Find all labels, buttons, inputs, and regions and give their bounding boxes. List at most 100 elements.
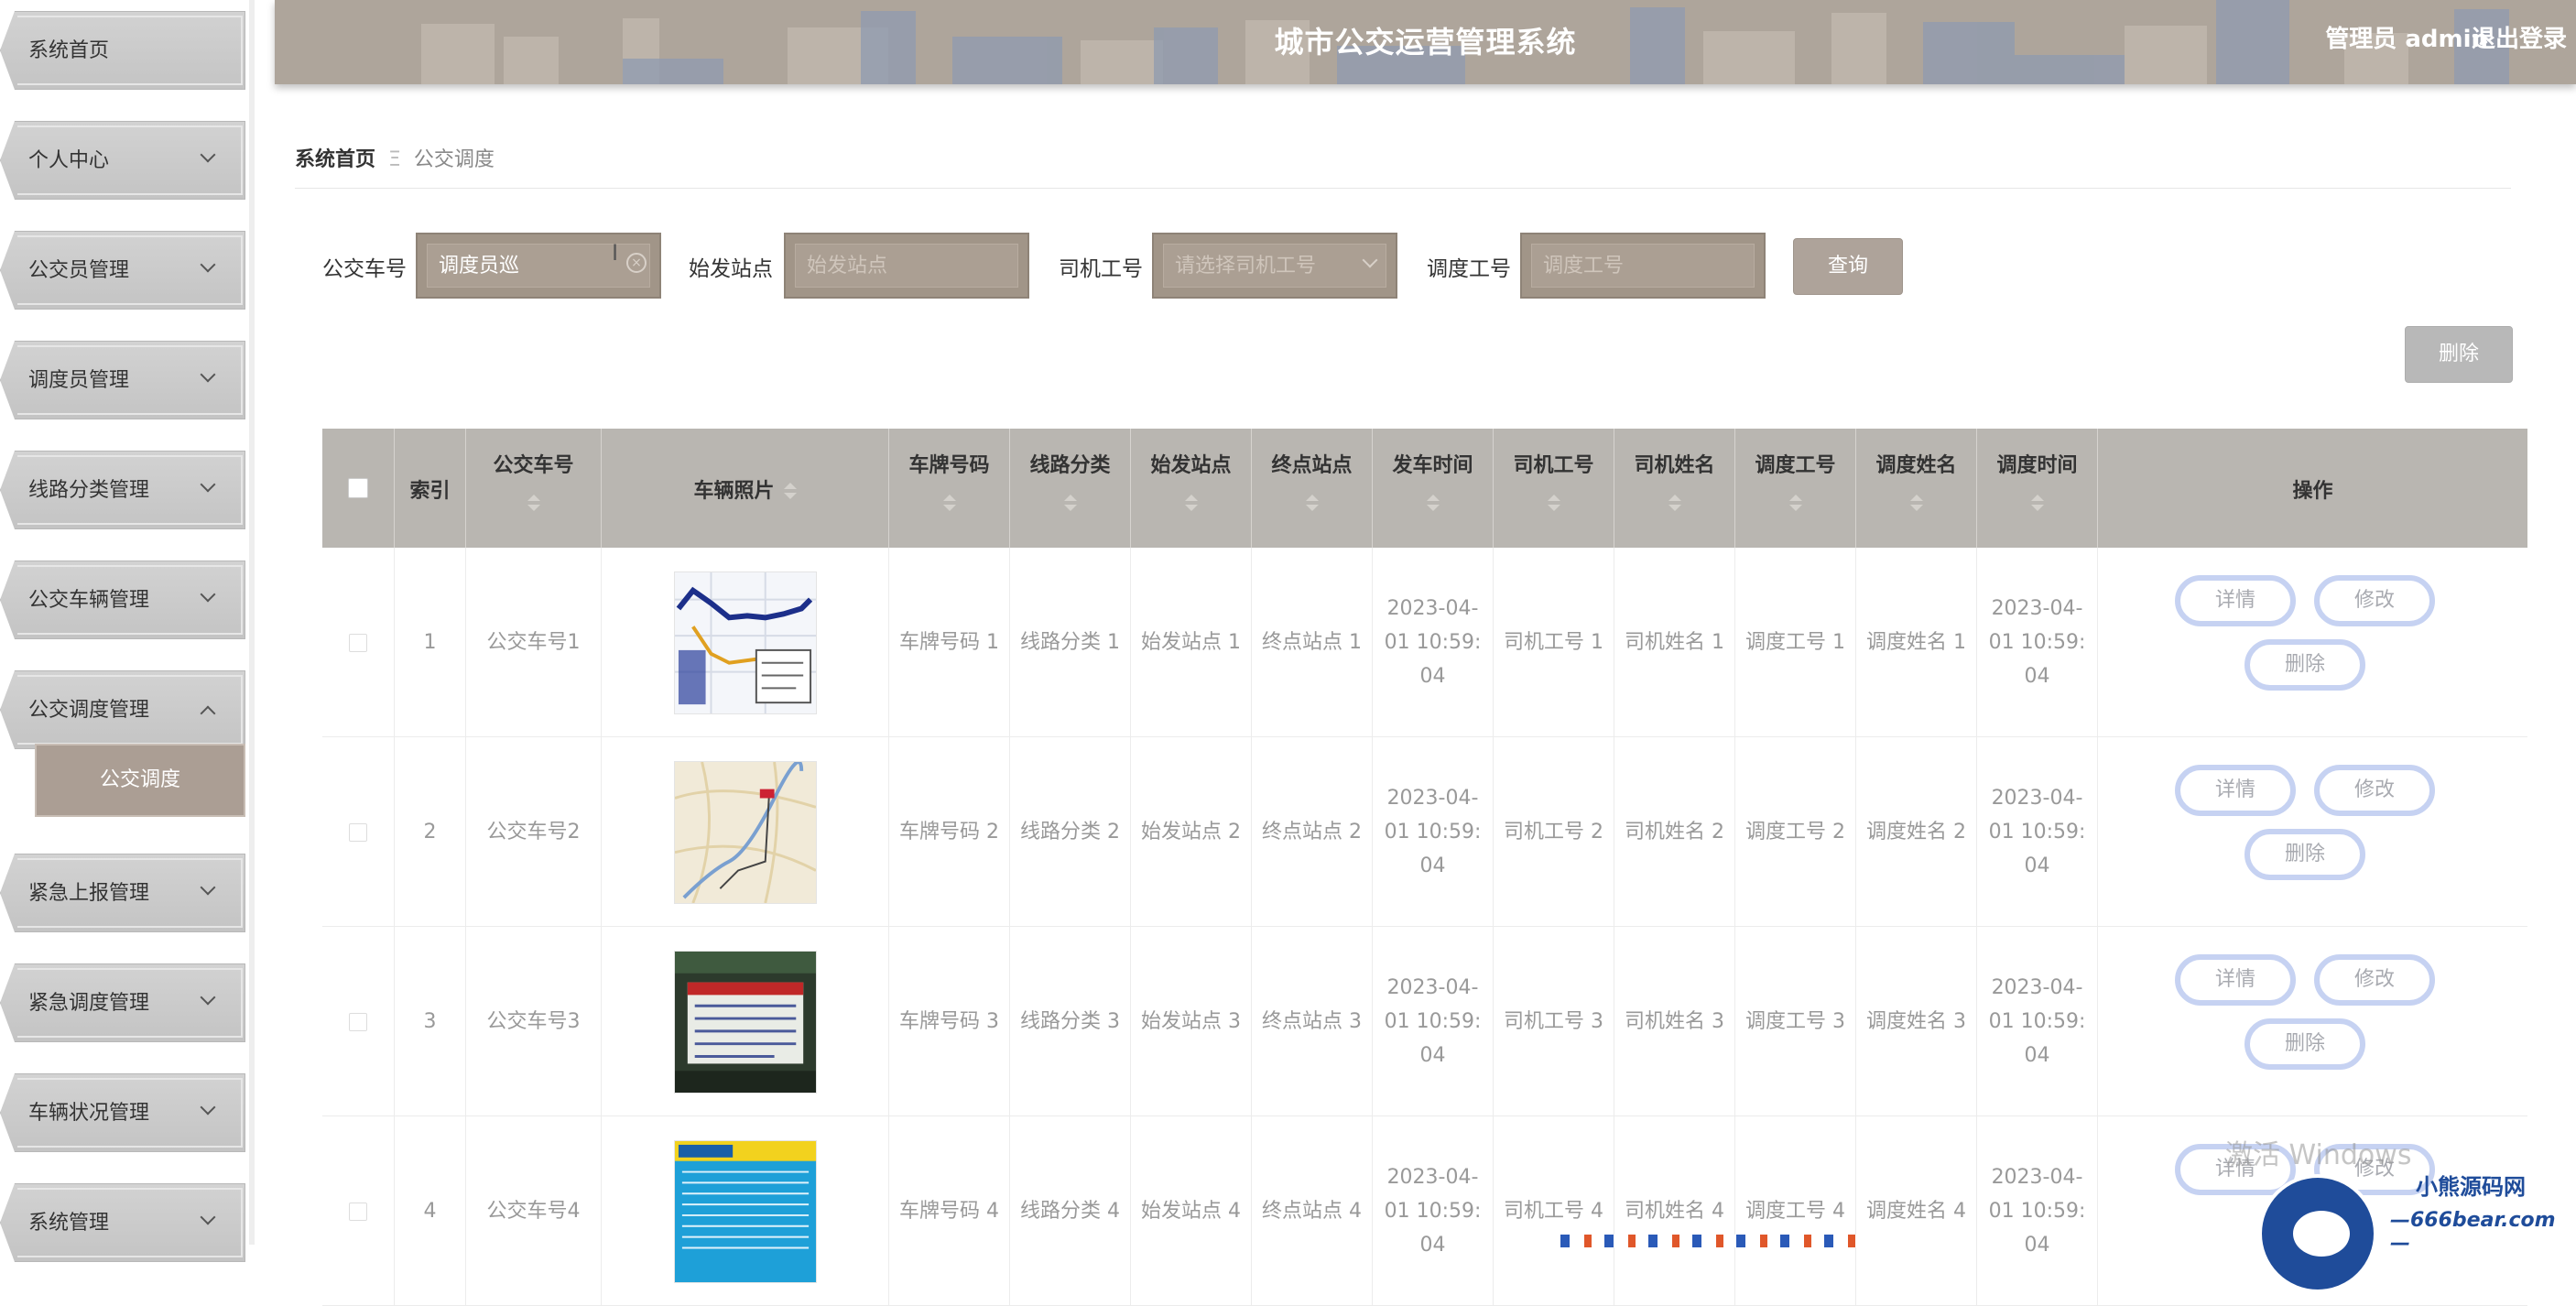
delete-button[interactable]: 删除 <box>2244 1018 2365 1070</box>
chevron-down-icon <box>200 1099 216 1116</box>
sort-icon[interactable] <box>783 483 797 501</box>
cell-bus-no: 公交车号1 <box>466 548 602 737</box>
delete-button[interactable]: 删除 <box>2244 639 2365 691</box>
header-bus-no[interactable]: 公交车号 <box>466 429 602 548</box>
route-map-photo-icon[interactable] <box>673 571 817 714</box>
cell-depart-time: 2023-04- 01 10:59: 04 <box>1373 548 1494 737</box>
start-station-placeholder[interactable]: 始发站点 <box>795 244 1018 288</box>
sort-icon[interactable] <box>1063 495 1077 513</box>
sort-icon[interactable] <box>942 495 956 513</box>
bus-sign-photo-icon[interactable] <box>673 950 817 1094</box>
cell-route-category: 线路分类 3 <box>1010 927 1131 1116</box>
breadcrumb-home[interactable]: 系统首页 <box>295 148 375 171</box>
sidebar-item-personal-center[interactable]: 个人中心 <box>0 121 245 200</box>
cell-photo <box>602 548 889 737</box>
clear-icon[interactable]: × <box>626 253 647 273</box>
edit-button[interactable]: 修改 <box>2314 575 2435 626</box>
sidebar-item-label: 个人中心 <box>28 149 110 172</box>
sort-icon[interactable] <box>2030 495 2044 513</box>
bus-route-board-photo-icon[interactable] <box>673 1139 817 1283</box>
driver-no-placeholder[interactable]: 请选择司机工号 <box>1163 244 1386 288</box>
chevron-down-icon <box>200 879 216 896</box>
header-dispatch-time[interactable]: 调度时间 <box>1977 429 2098 548</box>
sort-icon[interactable] <box>1547 495 1560 513</box>
logout-link[interactable]: 退出登录 <box>2472 20 2567 54</box>
bear-logo-icon <box>2258 1174 2377 1293</box>
bus-no-input[interactable]: 调度员巡 × <box>416 233 661 299</box>
sidebar-item-home[interactable]: 系统首页 <box>0 11 245 90</box>
detail-button[interactable]: 详情 <box>2175 954 2296 1006</box>
cell-dispatch-no: 调度工号 4 <box>1735 1116 1856 1306</box>
sidebar-item-vehicle-status[interactable]: 车辆状况管理 <box>0 1073 245 1152</box>
app-title: 城市公交运营管理系统 <box>1274 25 1577 60</box>
cell-dispatch-time: 2023-04- 01 10:59: 04 <box>1977 548 2098 737</box>
cell-plate: 车牌号码 3 <box>889 927 1010 1116</box>
sidebar-item-route-category[interactable]: 线路分类管理 <box>0 451 245 529</box>
row-checkbox[interactable] <box>349 822 367 842</box>
watermark-url: —666bear.com— <box>2390 1209 2556 1255</box>
delete-button[interactable]: 删除 <box>2244 829 2365 880</box>
batch-delete-button[interactable]: 删除 <box>2405 326 2513 383</box>
header-plate[interactable]: 车牌号码 <box>889 429 1010 548</box>
row-checkbox[interactable] <box>349 1012 367 1031</box>
sidebar-item-dispatcher[interactable]: 调度员管理 <box>0 341 245 419</box>
dispatch-no-input[interactable]: 调度工号 <box>1520 233 1766 299</box>
header-dispatch-name-label: 调度姓名 <box>1875 454 1957 477</box>
header-route-category-label: 线路分类 <box>1029 454 1111 477</box>
sort-icon[interactable] <box>1788 495 1802 513</box>
sort-icon[interactable] <box>1426 495 1440 513</box>
sort-icon[interactable] <box>1184 495 1198 513</box>
cell-route-category: 线路分类 2 <box>1010 737 1131 927</box>
sort-icon[interactable] <box>527 495 540 513</box>
watermark-name: 小熊源码网 <box>2416 1174 2526 1200</box>
edit-button[interactable]: 修改 <box>2314 954 2435 1006</box>
header-dispatch-name[interactable]: 调度姓名 <box>1856 429 1977 548</box>
breadcrumb: 系统首页 Ξ 公交调度 <box>295 143 2511 189</box>
cell-driver-name: 司机姓名 2 <box>1614 737 1735 927</box>
sidebar-item-system[interactable]: 系统管理 <box>0 1183 245 1262</box>
row-checkbox[interactable] <box>349 1202 367 1221</box>
sidebar-item-label: 公交调度管理 <box>28 699 150 722</box>
sort-icon[interactable] <box>1668 495 1681 513</box>
cell-start-station: 始发站点 2 <box>1131 737 1252 927</box>
cell-photo <box>602 1116 889 1306</box>
sidebar-item-bus-dispatch[interactable]: 公交调度管理 <box>0 670 245 749</box>
sort-icon[interactable] <box>1305 495 1319 513</box>
detail-button[interactable]: 详情 <box>2175 575 2296 626</box>
row-checkbox[interactable] <box>349 633 367 652</box>
start-station-input[interactable]: 始发站点 <box>784 233 1029 299</box>
header-index: 索引 <box>395 429 466 548</box>
header-route-category[interactable]: 线路分类 <box>1010 429 1131 548</box>
dispatch-no-label: 调度工号 <box>1427 257 1511 281</box>
dispatch-no-placeholder[interactable]: 调度工号 <box>1531 244 1755 288</box>
query-button[interactable]: 查询 <box>1793 238 1903 295</box>
sort-icon[interactable] <box>1909 495 1923 513</box>
header-depart-time[interactable]: 发车时间 <box>1373 429 1494 548</box>
header-driver-no-label: 司机工号 <box>1513 454 1594 477</box>
header-driver-no[interactable]: 司机工号 <box>1494 429 1614 548</box>
edit-button[interactable]: 修改 <box>2314 765 2435 816</box>
header-depart-time-label: 发车时间 <box>1392 454 1473 477</box>
city-map-photo-icon[interactable] <box>673 760 817 904</box>
cell-actions: 详情 修改 删除 <box>2098 927 2527 1116</box>
header-start-station[interactable]: 始发站点 <box>1131 429 1252 548</box>
row-select-cell <box>322 737 395 927</box>
select-all-checkbox[interactable] <box>348 478 368 498</box>
header-photo[interactable]: 车辆照片 <box>602 429 889 548</box>
sidebar-item-label: 车辆状况管理 <box>28 1102 150 1125</box>
driver-no-select[interactable]: 请选择司机工号 <box>1152 233 1397 299</box>
cell-index: 2 <box>395 737 466 927</box>
detail-button[interactable]: 详情 <box>2175 765 2296 816</box>
sidebar-subitem-bus-dispatch[interactable]: 公交调度 <box>35 744 245 817</box>
header-end-station[interactable]: 终点站点 <box>1252 429 1373 548</box>
sidebar-item-label: 线路分类管理 <box>28 479 150 502</box>
cell-dispatch-time: 2023-04- 01 10:59: 04 <box>1977 927 2098 1116</box>
sidebar-item-bus-staff[interactable]: 公交员管理 <box>0 231 245 310</box>
sidebar-item-bus-vehicle[interactable]: 公交车辆管理 <box>0 560 245 639</box>
header-driver-name[interactable]: 司机姓名 <box>1614 429 1735 548</box>
current-user: 管理员 admin <box>2325 26 2488 53</box>
header-index-label: 索引 <box>409 480 451 503</box>
header-dispatch-no[interactable]: 调度工号 <box>1735 429 1856 548</box>
sidebar-item-emergency-report[interactable]: 紧急上报管理 <box>0 854 245 932</box>
sidebar-item-emergency-dispatch[interactable]: 紧急调度管理 <box>0 963 245 1042</box>
